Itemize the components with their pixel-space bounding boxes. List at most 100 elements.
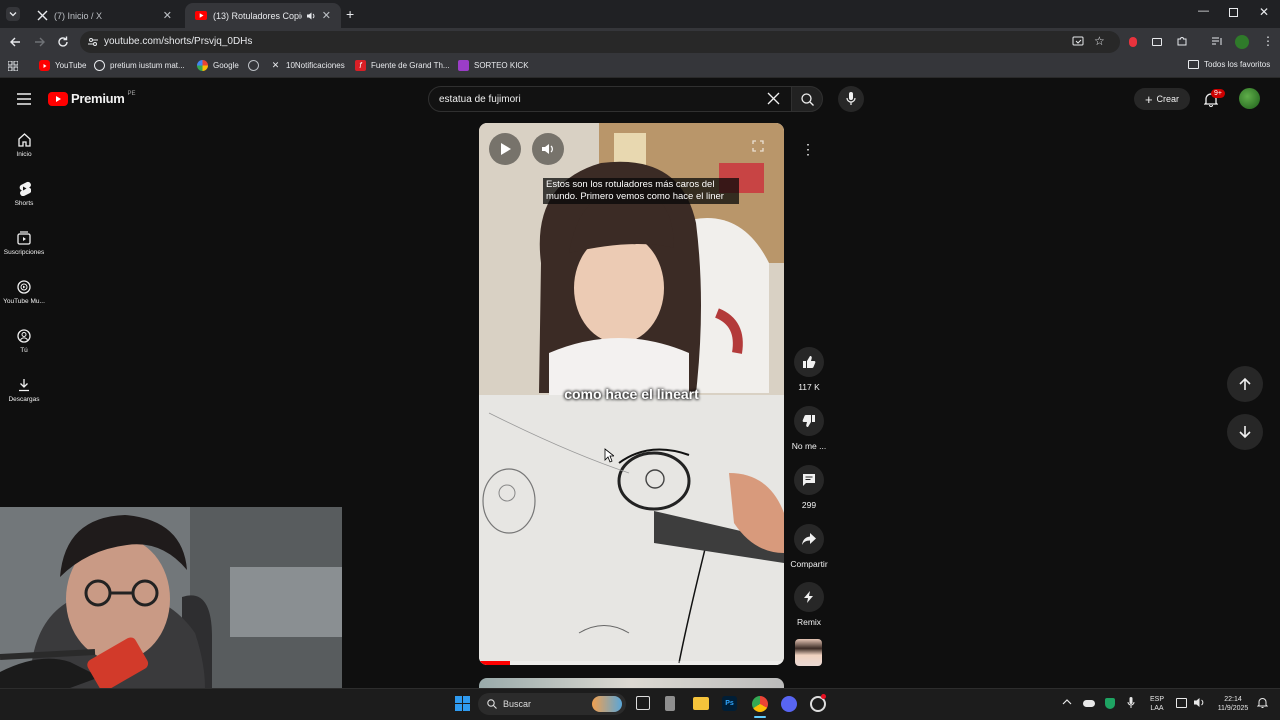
tray-overflow-icon[interactable] <box>1062 697 1072 707</box>
shorts-icon <box>19 181 31 196</box>
apps-grid-icon[interactable] <box>8 61 18 71</box>
caption-mid: como hace el lineart <box>564 386 699 402</box>
youtube-logo-icon <box>48 91 68 106</box>
taskbar-app-generic-icon[interactable] <box>665 696 675 711</box>
nav-item-tu[interactable]: Tú <box>0 329 48 354</box>
nav-item-shorts[interactable]: Shorts <box>0 181 48 207</box>
start-button[interactable] <box>455 696 470 711</box>
next-video-preview[interactable] <box>479 678 784 688</box>
network-icon[interactable] <box>1176 698 1187 708</box>
bookmark-sorteo-kick[interactable]: SORTEO KICK <box>458 60 529 71</box>
voice-search-button[interactable] <box>838 86 864 112</box>
nav-item-suscripciones[interactable]: Suscripciones <box>0 231 48 256</box>
comments-button[interactable]: 299 <box>779 465 839 510</box>
google-g-icon <box>94 60 105 71</box>
tab-x-inicio[interactable]: (7) Inicio / X ✕ <box>26 3 182 28</box>
bookmark-google[interactable]: Google <box>197 60 239 71</box>
volume-button[interactable] <box>532 133 564 165</box>
nav-item-youtube-music[interactable]: YouTube Mu... <box>0 280 48 305</box>
notifications-badge: 9+ <box>1211 89 1225 98</box>
extension-red-icon[interactable] <box>1129 37 1137 47</box>
notification-center-icon[interactable] <box>1257 697 1268 709</box>
mouse-cursor-icon <box>604 448 614 463</box>
bookmark-globe[interactable] <box>248 60 264 71</box>
share-button[interactable]: Compartir <box>779 524 839 569</box>
browser-menu-icon[interactable]: ⋮ <box>1262 34 1274 48</box>
clock[interactable]: 22:14 11/9/2025 <box>1210 695 1256 713</box>
bookmarks-bar <box>0 56 1280 78</box>
chrome-active-indicator <box>754 716 766 718</box>
security-shield-icon[interactable] <box>1105 698 1115 709</box>
restore-button[interactable] <box>1229 8 1238 17</box>
nav-item-inicio[interactable]: Inicio <box>0 132 48 158</box>
more-options-button[interactable]: ⋮ <box>796 137 820 161</box>
reload-button[interactable] <box>56 35 70 49</box>
tab-search-button[interactable] <box>6 7 20 21</box>
task-view-icon[interactable] <box>636 696 650 710</box>
volume-tray-icon[interactable] <box>1193 697 1205 708</box>
account-avatar[interactable] <box>1239 88 1260 109</box>
tab-youtube-short[interactable]: (13) Rotuladores Copic - Yo ✕ <box>185 3 341 28</box>
search-icon <box>801 93 814 106</box>
search-input[interactable]: estatua de fujimori <box>428 86 792 112</box>
minimize-button[interactable]: — <box>1198 5 1209 17</box>
font-f-icon: f <box>355 60 366 71</box>
chevron-down-icon <box>9 12 17 17</box>
search-button[interactable] <box>791 86 823 112</box>
remix-icon <box>804 591 813 603</box>
site-info-icon[interactable] <box>87 36 99 48</box>
like-button[interactable]: 117 K <box>779 347 839 392</box>
bookmark-star-icon[interactable]: ☆ <box>1094 34 1105 48</box>
tab-title: (13) Rotuladores Copic - Yo <box>213 10 302 21</box>
remix-button[interactable]: Remix <box>779 582 839 627</box>
youtube-icon <box>39 60 50 71</box>
play-button[interactable] <box>489 133 521 165</box>
thumbs-down-icon <box>802 415 815 427</box>
profile-avatar[interactable] <box>1235 35 1249 49</box>
nav-item-descargas[interactable]: Descargas <box>0 378 48 403</box>
all-bookmarks[interactable]: Todos los favoritos <box>1188 60 1270 69</box>
hamburger-menu-icon[interactable] <box>17 93 31 105</box>
bookmark-pretium[interactable]: pretium iustum mat... <box>94 60 185 71</box>
microphone-tray-icon[interactable] <box>1127 697 1135 709</box>
close-window-button[interactable]: ✕ <box>1259 5 1269 19</box>
next-short-button[interactable] <box>1227 414 1263 450</box>
share-arrow-icon <box>802 533 816 545</box>
cast-icon[interactable] <box>1072 36 1084 47</box>
channel-avatar[interactable] <box>795 639 822 666</box>
x-logo-icon: ✕ <box>271 60 280 70</box>
photoshop-icon[interactable]: Ps <box>722 696 737 711</box>
url-text[interactable]: youtube.com/shorts/Prsvjq_0DHs <box>104 36 252 47</box>
dislike-button[interactable]: No me ... <box>779 406 839 451</box>
create-button[interactable]: + Crear <box>1134 88 1190 110</box>
onedrive-icon[interactable] <box>1083 700 1095 707</box>
thumbs-up-icon <box>803 356 816 368</box>
play-icon <box>500 143 511 155</box>
youtube-premium-logo[interactable]: Premium PE <box>48 91 136 106</box>
back-button[interactable] <box>8 35 22 49</box>
extensions-puzzle-icon[interactable] <box>1176 35 1188 47</box>
extension-card-icon[interactable] <box>1152 38 1162 46</box>
fullscreen-button[interactable] <box>745 133 771 159</box>
close-icon[interactable]: ✕ <box>163 9 172 22</box>
file-explorer-icon[interactable] <box>693 697 709 710</box>
clear-search-icon[interactable] <box>767 92 780 105</box>
forward-button[interactable] <box>33 35 47 49</box>
new-tab-button[interactable]: + <box>346 6 354 22</box>
reading-list-icon[interactable] <box>1211 36 1223 47</box>
bookmark-10notificaciones[interactable]: ✕ 10Notificaciones <box>270 60 345 71</box>
tab-title: (7) Inicio / X <box>54 10 103 21</box>
taskbar-search[interactable]: Buscar <box>478 693 626 715</box>
speaker-icon[interactable] <box>306 11 316 21</box>
video-progress-track[interactable] <box>479 661 784 665</box>
discord-icon[interactable] <box>781 696 797 712</box>
previous-short-button[interactable] <box>1227 366 1263 402</box>
language-indicator[interactable]: ESP LAA <box>1147 695 1167 713</box>
sorteo-icon <box>458 60 469 71</box>
close-icon[interactable]: ✕ <box>322 9 331 22</box>
shorts-video-player[interactable]: Estos son los rotuladores más caros del … <box>479 123 784 665</box>
bookmark-fuente-gta[interactable]: f Fuente de Grand Th... <box>355 60 450 71</box>
chrome-icon[interactable] <box>752 696 768 712</box>
user-circle-icon <box>17 329 31 343</box>
bookmark-youtube[interactable]: YouTube <box>39 60 86 71</box>
